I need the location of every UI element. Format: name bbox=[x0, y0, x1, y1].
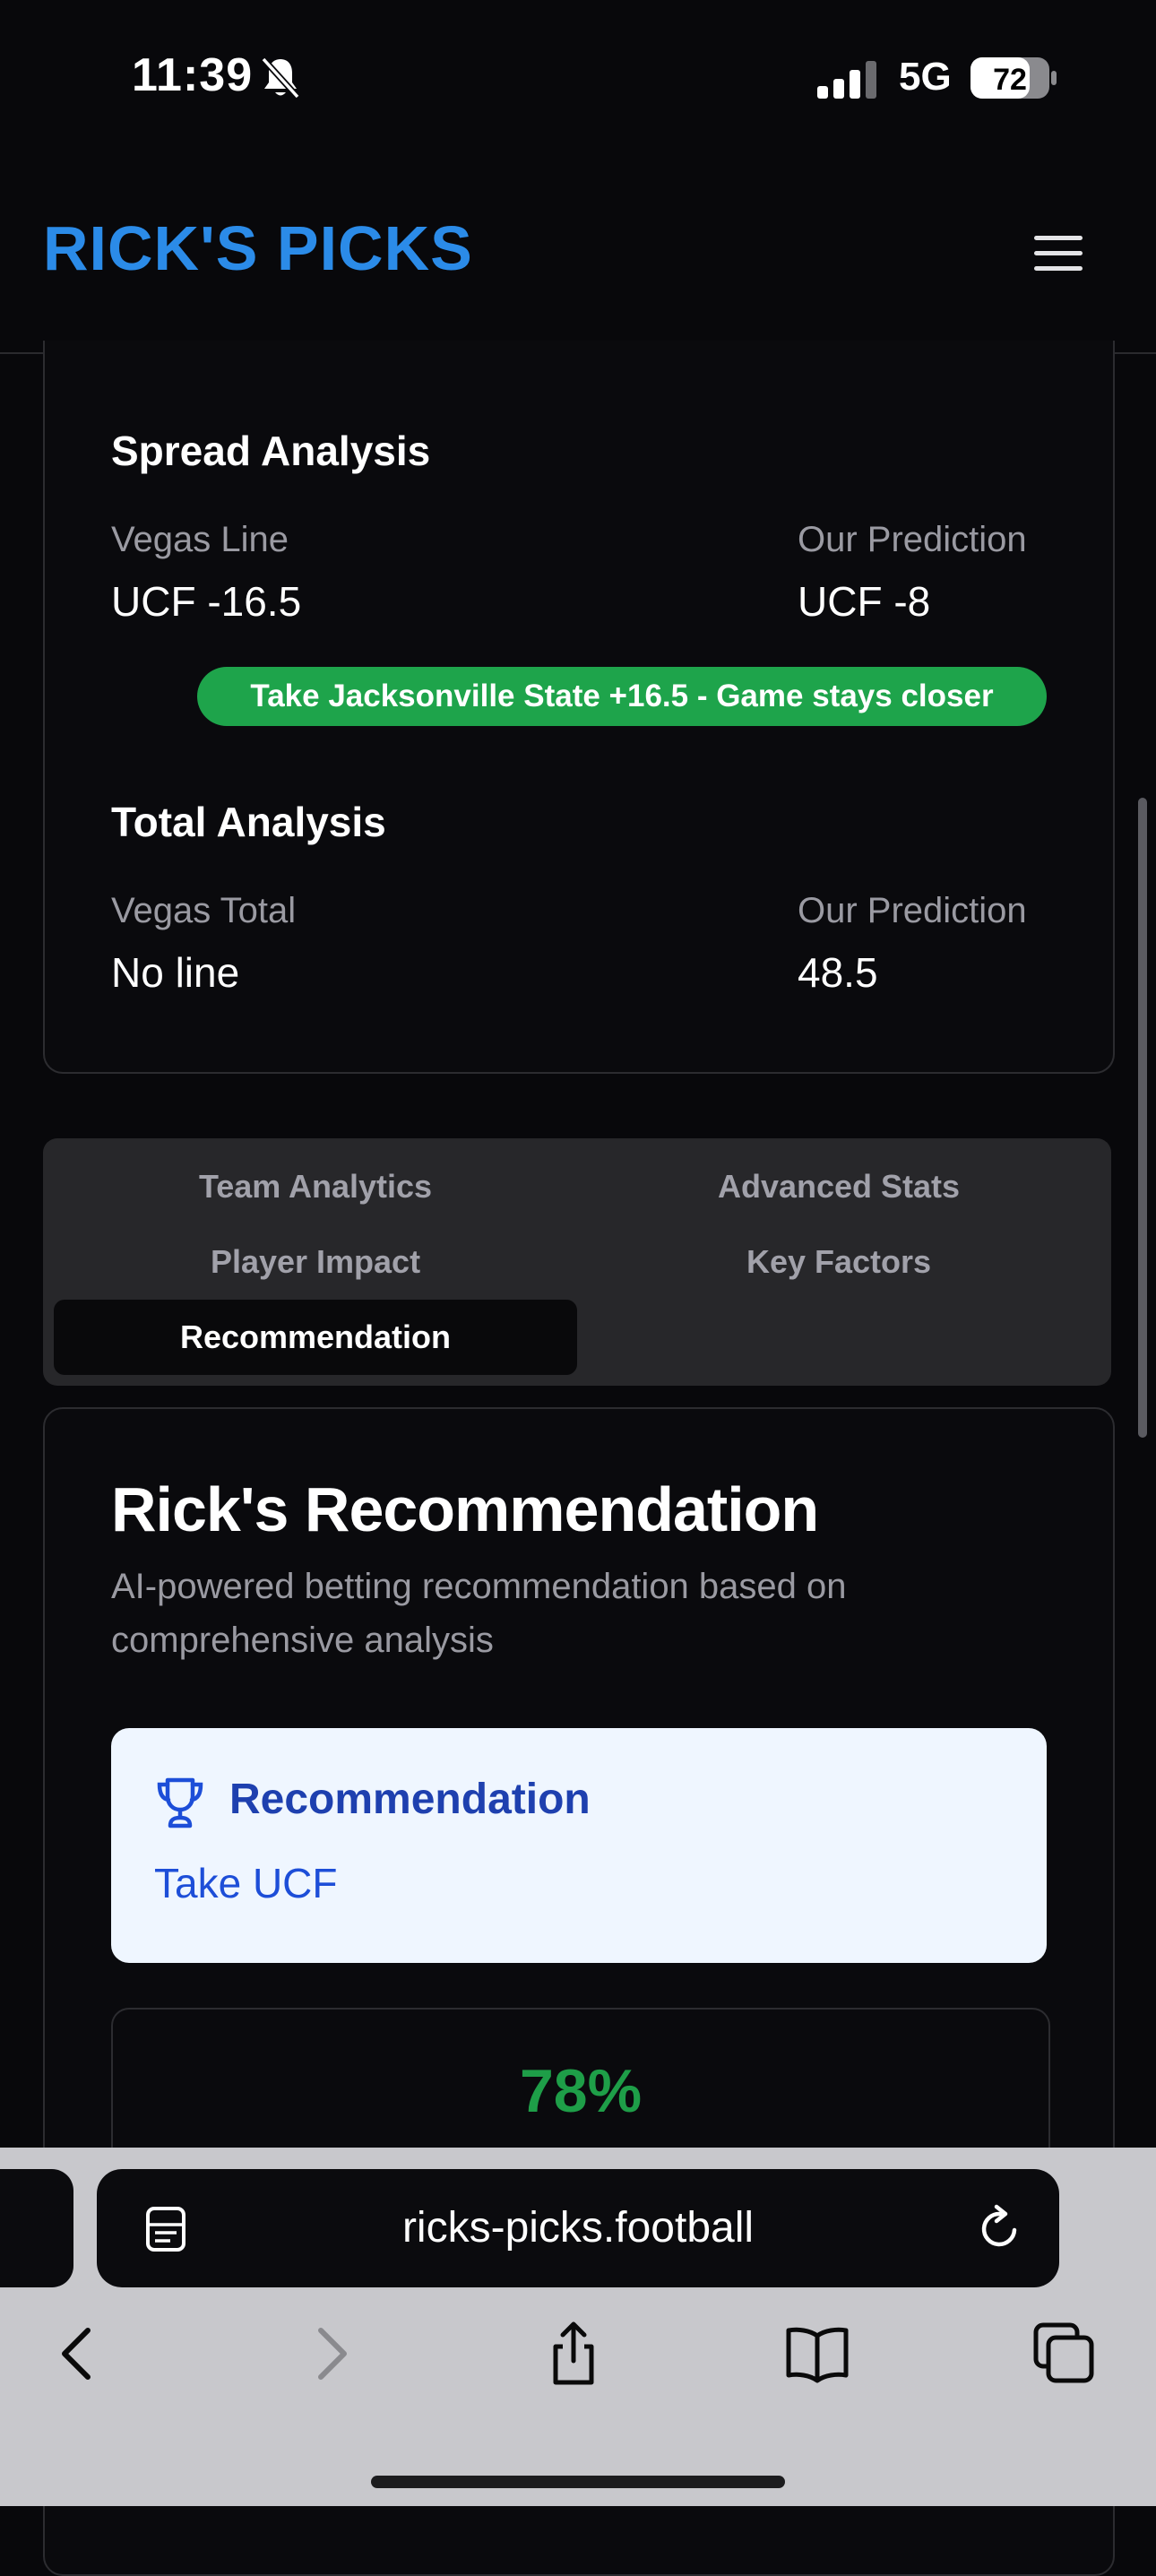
address-bar[interactable]: ricks-picks.football bbox=[97, 2169, 1059, 2287]
total-prediction-label: Our Prediction bbox=[798, 891, 1027, 930]
network-label: 5G bbox=[899, 55, 952, 99]
spread-recommendation-badge: Take Jacksonville State +16.5 - Game sta… bbox=[197, 667, 1047, 726]
tab-recommendation[interactable]: Recommendation bbox=[54, 1300, 577, 1375]
analysis-card: Spread Analysis Vegas Line UCF -16.5 Our… bbox=[43, 341, 1115, 1074]
bookmarks-icon[interactable] bbox=[785, 2321, 850, 2386]
site-header: RICK'S PICKS bbox=[0, 157, 1156, 354]
previous-tab-peek[interactable] bbox=[0, 2169, 73, 2287]
vegas-line-value: UCF -16.5 bbox=[111, 578, 302, 625]
analysis-tabs: Team Analytics Advanced Stats Player Imp… bbox=[43, 1138, 1111, 1386]
menu-icon[interactable] bbox=[1031, 232, 1088, 275]
total-title: Total Analysis bbox=[111, 799, 386, 845]
signal-icon bbox=[817, 61, 876, 99]
back-icon[interactable] bbox=[47, 2321, 111, 2386]
browser-toolbar: ricks-picks.football bbox=[0, 2148, 1156, 2506]
brand-logo[interactable]: RICK'S PICKS bbox=[43, 212, 473, 284]
tabs-icon[interactable] bbox=[1032, 2321, 1097, 2386]
share-icon[interactable] bbox=[541, 2321, 606, 2386]
page-scrollbar[interactable] bbox=[1138, 798, 1147, 1438]
vegas-line-label: Vegas Line bbox=[111, 520, 289, 559]
spread-title: Spread Analysis bbox=[111, 428, 431, 474]
status-bar: 11:39 5G 72 bbox=[0, 0, 1156, 157]
tab-advanced-stats[interactable]: Advanced Stats bbox=[577, 1149, 1100, 1224]
recommendation-heading: Rick's Recommendation bbox=[111, 1474, 819, 1544]
home-indicator[interactable] bbox=[371, 2476, 785, 2488]
url-text[interactable]: ricks-picks.football bbox=[97, 2203, 1059, 2252]
trophy-icon bbox=[157, 1777, 203, 1828]
recommendation-pick: Take UCF bbox=[154, 1860, 338, 1906]
bell-slash-icon bbox=[261, 56, 300, 99]
vegas-total-label: Vegas Total bbox=[111, 891, 297, 930]
tab-team-analytics[interactable]: Team Analytics bbox=[54, 1149, 577, 1224]
vegas-total-value: No line bbox=[111, 949, 240, 996]
recommendation-box: Recommendation Take UCF bbox=[111, 1728, 1047, 1963]
recommendation-subtitle: AI-powered betting recommendation based … bbox=[111, 1567, 847, 1660]
recommendation-box-title: Recommendation bbox=[229, 1776, 591, 1823]
tab-key-factors[interactable]: Key Factors bbox=[577, 1224, 1100, 1300]
battery-icon: 72 bbox=[971, 57, 1057, 99]
spread-prediction-label: Our Prediction bbox=[798, 520, 1027, 559]
confidence-value: 78% bbox=[519, 2057, 643, 2125]
total-prediction-value: 48.5 bbox=[798, 949, 878, 996]
battery-level: 72 bbox=[993, 63, 1027, 97]
tab-player-impact[interactable]: Player Impact bbox=[54, 1224, 577, 1300]
status-time: 11:39 bbox=[132, 49, 254, 101]
forward-icon[interactable] bbox=[298, 2321, 362, 2386]
spread-prediction-value: UCF -8 bbox=[798, 578, 931, 625]
reload-icon[interactable] bbox=[975, 2203, 1025, 2253]
